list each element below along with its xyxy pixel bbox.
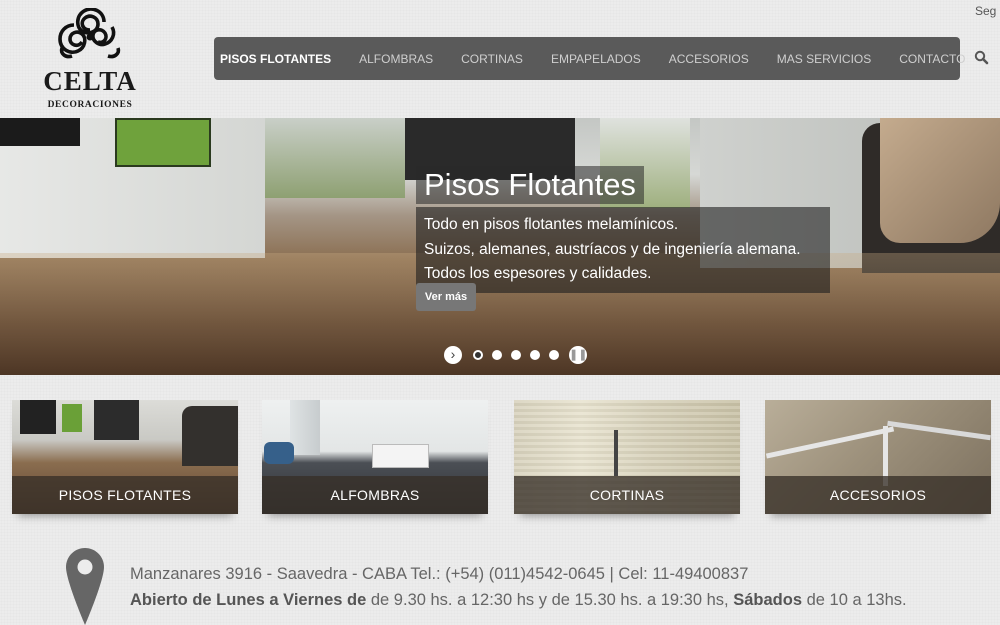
pause-icon[interactable]: ❚❚ bbox=[569, 346, 587, 364]
footer-hours: Abierto de Lunes a Viernes de de 9.30 hs… bbox=[130, 589, 907, 611]
nav-item-alfombras[interactable]: ALFOMBRAS bbox=[345, 52, 447, 66]
slider-dot[interactable] bbox=[510, 350, 521, 360]
hours-text-weekdays: de 9.30 hs. a 12:30 hs y de 15.30 hs. a … bbox=[366, 591, 734, 609]
hero-line: Todo en pisos flotantes melamínicos. bbox=[424, 216, 679, 233]
hero-bg-tv bbox=[0, 118, 80, 146]
category-card-cortinas[interactable]: CORTINAS bbox=[514, 400, 740, 514]
search-icon bbox=[974, 50, 989, 65]
chevron-right-icon[interactable]: › bbox=[444, 346, 462, 364]
hours-text-saturday: de 10 a 13hs. bbox=[802, 591, 907, 609]
hours-label-saturday: Sábados bbox=[733, 591, 802, 609]
hours-label-weekdays: Abierto de Lunes a Viernes de bbox=[130, 591, 367, 609]
nav-item-empapelados[interactable]: EMPAPELADOS bbox=[537, 52, 655, 66]
nav-item-mas-servicios[interactable]: MAS SERVICIOS bbox=[763, 52, 885, 66]
map-pin-icon bbox=[66, 548, 104, 625]
hero-title: Pisos Flotantes bbox=[416, 166, 644, 204]
nav-item-cortinas[interactable]: CORTINAS bbox=[447, 52, 537, 66]
nav-item-contacto[interactable]: CONTACTO bbox=[885, 52, 979, 66]
hero-bg-window bbox=[265, 118, 405, 198]
slider-dot[interactable] bbox=[491, 350, 502, 360]
top-link[interactable]: Seg bbox=[975, 4, 996, 18]
slider-controls: › ❚❚ bbox=[444, 346, 587, 364]
category-label: ACCESORIOS bbox=[765, 476, 991, 514]
ver-mas-button[interactable]: Ver más bbox=[416, 283, 476, 311]
celta-triskele-logo-icon bbox=[58, 8, 121, 59]
category-card-pisos-flotantes[interactable]: PISOS FLOTANTES bbox=[12, 400, 238, 514]
category-label: PISOS FLOTANTES bbox=[12, 476, 238, 514]
nav-item-pisos-flotantes[interactable]: PISOS FLOTANTES bbox=[214, 52, 345, 66]
footer-address: Manzanares 3916 - Saavedra - CABA Tel.: … bbox=[130, 565, 749, 583]
category-label: CORTINAS bbox=[514, 476, 740, 514]
nav-item-accesorios[interactable]: ACCESORIOS bbox=[655, 52, 763, 66]
slider-dot[interactable] bbox=[472, 350, 483, 360]
hero-bg-artwork bbox=[115, 118, 211, 167]
slider-dot[interactable] bbox=[548, 350, 559, 360]
category-label: ALFOMBRAS bbox=[262, 476, 488, 514]
category-card-accesorios[interactable]: ACCESORIOS bbox=[765, 400, 991, 514]
search-button[interactable] bbox=[972, 48, 992, 68]
hero-bg-coat bbox=[880, 118, 1000, 243]
main-nav: PISOS FLOTANTES ALFOMBRAS CORTINAS EMPAP… bbox=[214, 37, 965, 80]
hero-line: Suizos, alemanes, austríacos y de ingeni… bbox=[424, 240, 801, 258]
category-card-alfombras[interactable]: ALFOMBRAS bbox=[262, 400, 488, 514]
logo[interactable]: CELTA DECORACIONES bbox=[40, 8, 140, 114]
hero-line: Todos los espesores y calidades. bbox=[424, 265, 652, 282]
hero-description: Todo en pisos flotantes melamínicos. Sui… bbox=[416, 207, 830, 293]
logo-subtitle: DECORACIONES bbox=[47, 100, 133, 110]
logo-wordmark: CELTA bbox=[43, 66, 137, 96]
slider-dot[interactable] bbox=[529, 350, 540, 360]
